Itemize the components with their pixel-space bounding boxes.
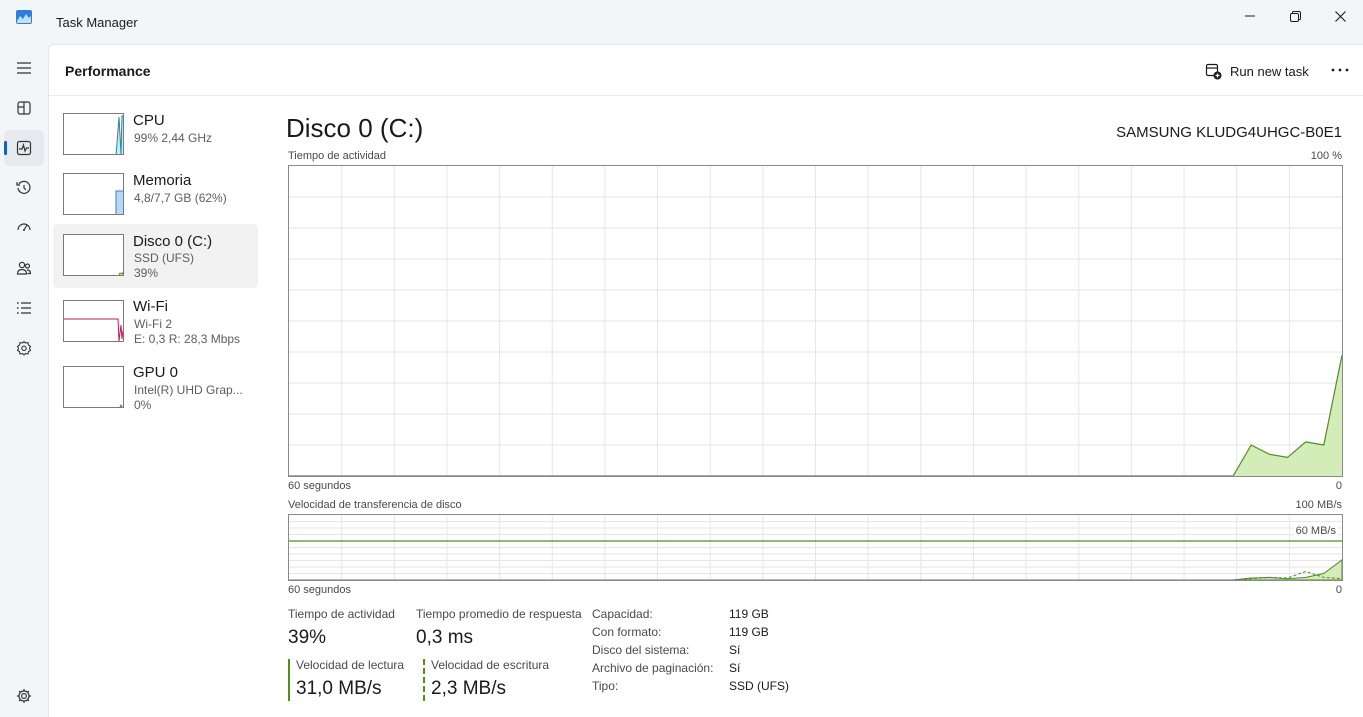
nav-processes[interactable] — [4, 90, 44, 126]
transfer-graph-label: Velocidad de transferencia de disco — [288, 499, 462, 511]
transfer-graph-max-label: 100 MB/s — [1295, 499, 1342, 511]
device-name: Disco 0 (C:) — [133, 233, 213, 250]
nav-startup-apps[interactable] — [4, 210, 44, 246]
close-icon — [1334, 10, 1346, 22]
activity-graph-zero-label: 0 — [1335, 480, 1342, 492]
write-speed-marker — [423, 659, 425, 701]
page-header: Performance Run new task — [49, 45, 1363, 96]
device-memory[interactable]: Memoria 4,8/7,7 GB (62%) — [53, 165, 258, 229]
task-manager-icon — [16, 10, 32, 24]
activity-stat-label: Tiempo de actividad — [288, 607, 395, 621]
device-detail: SSD (UFS) — [134, 251, 194, 265]
title-bar: Task Manager — [0, 0, 1363, 44]
hamburger-icon — [17, 62, 31, 74]
app-history-icon — [16, 180, 31, 194]
device-detail: 99% 2,44 GHz — [134, 131, 213, 145]
read-speed-value: 31,0 MB/s — [296, 678, 382, 699]
minimize-button[interactable] — [1227, 0, 1273, 32]
close-button[interactable] — [1317, 0, 1363, 32]
property-key: Disco del sistema: — [592, 643, 690, 657]
device-name: CPU — [133, 112, 165, 129]
property-value: 119 GB — [729, 607, 769, 621]
response-time-value: 0,3 ms — [416, 627, 474, 648]
device-name: Memoria — [133, 172, 192, 189]
transfer-graph-reference-label: 60 MB/s — [1293, 525, 1338, 537]
device-wifi[interactable]: Wi-Fi Wi-Fi 2 E: 0,3 R: 28,3 Mbps — [53, 290, 258, 354]
more-icon — [1331, 68, 1349, 72]
device-detail: Intel(R) UHD Grap... — [134, 383, 243, 397]
write-speed-value: 2,3 MB/s — [431, 678, 506, 699]
property-key: Archivo de paginación: — [592, 661, 714, 675]
activity-graph-time-label: 60 segundos — [288, 480, 351, 492]
device-usage: 0% — [134, 398, 152, 412]
nav-performance[interactable] — [4, 130, 44, 166]
device-throughput: E: 0,3 R: 28,3 Mbps — [134, 332, 241, 346]
cpu-thumbnail-graph — [63, 113, 124, 155]
run-new-task-button[interactable]: Run new task — [1201, 59, 1313, 83]
nav-app-history[interactable] — [4, 170, 44, 206]
details-icon — [16, 302, 31, 314]
device-usage: 39% — [134, 266, 159, 280]
device-disk-0[interactable]: Disco 0 (C:) SSD (UFS) 39% — [53, 224, 258, 288]
property-value: Sí — [729, 643, 741, 657]
device-detail: Wi-Fi 2 — [134, 317, 172, 331]
nav-settings[interactable] — [4, 678, 44, 714]
nav-services[interactable] — [4, 330, 44, 366]
memory-thumbnail-graph — [63, 173, 124, 215]
write-speed-label: Velocidad de escritura — [431, 658, 550, 672]
minimize-icon — [1245, 15, 1255, 17]
activity-graph-canvas — [289, 166, 1343, 477]
device-cpu[interactable]: CPU 99% 2,44 GHz — [53, 105, 258, 169]
property-key: Capacidad: — [592, 607, 653, 621]
disk-thumbnail-graph — [63, 234, 124, 276]
device-detail: 4,8/7,7 GB (62%) — [134, 191, 227, 205]
property-key: Con formato: — [592, 625, 662, 639]
window-title: Task Manager — [56, 15, 138, 30]
read-speed-marker — [288, 659, 290, 701]
services-icon — [16, 340, 32, 356]
transfer-graph-time-label: 60 segundos — [288, 584, 351, 596]
nav-details[interactable] — [4, 290, 44, 326]
run-new-task-icon — [1205, 63, 1222, 79]
maximize-icon — [1289, 10, 1301, 22]
menu-button[interactable] — [4, 50, 44, 86]
transfer-graph-canvas — [289, 515, 1343, 581]
property-value: Sí — [729, 661, 741, 675]
performance-icon — [16, 140, 32, 156]
property-value: SSD (UFS) — [729, 679, 789, 693]
property-value: 119 GB — [729, 625, 769, 639]
device-name: Wi-Fi — [133, 298, 168, 315]
disk-title: Disco 0 (C:) — [286, 113, 424, 143]
activity-graph-label: Tiempo de actividad — [288, 150, 387, 162]
disk-model: SAMSUNG KLUDG4UHGC-B0E1 — [1116, 124, 1342, 141]
main-panel: Performance Run new task CPU 99% 2,44 GH… — [48, 44, 1363, 717]
activity-graph-max-label: 100 % — [1310, 150, 1342, 162]
property-key: Tipo: — [592, 679, 619, 693]
device-gpu-0[interactable]: GPU 0 Intel(R) UHD Grap... 0% — [53, 356, 258, 420]
activity-stat-value: 39% — [288, 627, 327, 648]
settings-icon — [17, 689, 31, 703]
run-new-task-label: Run new task — [1230, 63, 1309, 79]
activity-graph — [288, 165, 1343, 477]
users-icon — [16, 261, 32, 275]
nav-users[interactable] — [4, 250, 44, 286]
page-title: Performance — [65, 63, 151, 79]
wifi-thumbnail-graph — [63, 300, 124, 342]
startup-apps-icon — [17, 223, 31, 231]
maximize-button[interactable] — [1272, 0, 1318, 32]
processes-icon — [17, 101, 31, 115]
gpu-thumbnail-graph — [63, 366, 124, 408]
device-name: GPU 0 — [133, 364, 179, 381]
more-options-button[interactable] — [1326, 59, 1354, 81]
response-time-label: Tiempo promedio de respuesta — [416, 607, 582, 621]
navigation-rail — [0, 44, 48, 717]
read-speed-label: Velocidad de lectura — [296, 658, 405, 672]
transfer-graph-zero-label: 0 — [1335, 584, 1342, 596]
transfer-graph: 60 MB/s — [288, 514, 1343, 581]
